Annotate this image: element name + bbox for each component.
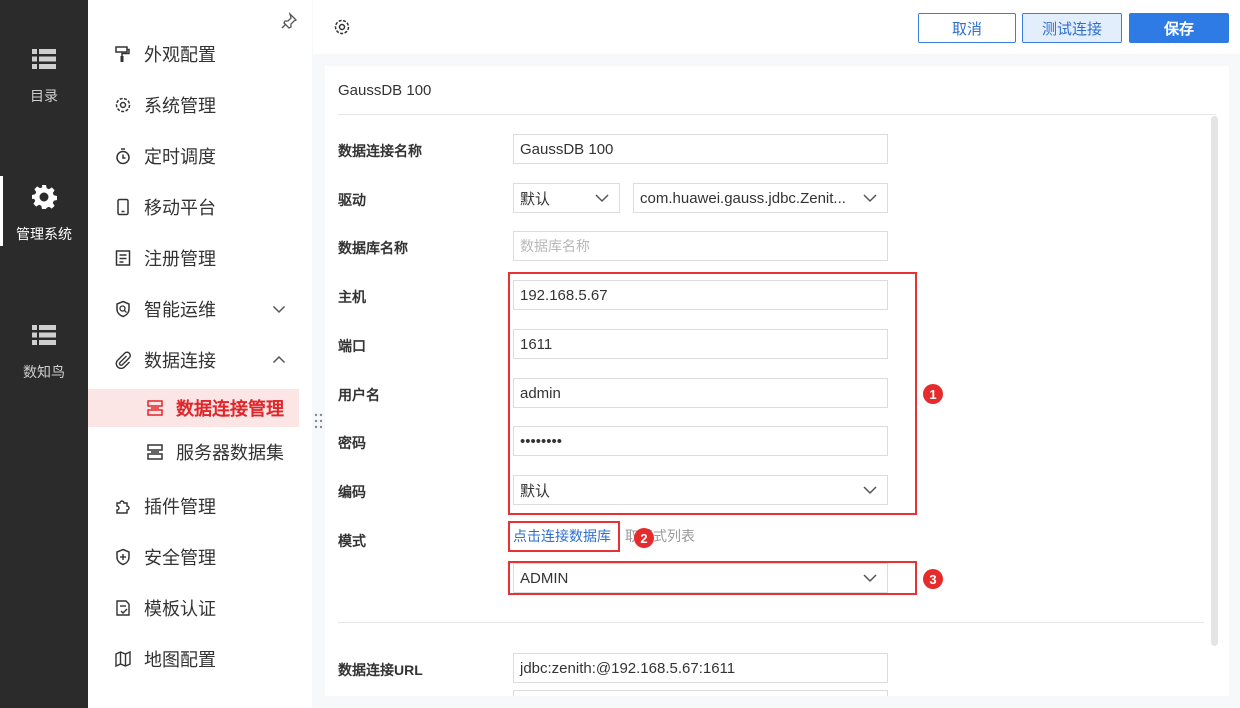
menu-item-label: 数据连接管理: [176, 399, 284, 419]
admin-menu: 外观配置 系统管理 定时调度 移动平台 注册管理 智能运维 数据连接 数据连接管…: [88, 0, 312, 708]
menu-item-register[interactable]: 注册管理: [88, 238, 312, 278]
gear-icon: [32, 185, 57, 209]
rail-item-catalog[interactable]: 目录: [0, 46, 88, 106]
connection-url-label: 数据连接URL: [338, 662, 423, 678]
menu-item-ops[interactable]: 智能运维: [88, 289, 312, 329]
menu-item-label: 服务器数据集: [176, 443, 284, 463]
menu-item-label: 定时调度: [144, 147, 216, 167]
annotation-box-connection: [508, 272, 917, 515]
menu-item-schedule[interactable]: 定时调度: [88, 136, 312, 176]
menu-item-label: 数据连接: [144, 351, 216, 371]
menu-item-label: 地图配置: [144, 650, 216, 670]
rail-item-admin[interactable]: 管理系统: [0, 176, 88, 246]
pin-icon[interactable]: [280, 12, 298, 30]
driver-class-value: com.huawei.gauss.jdbc.Zenit...: [640, 189, 846, 207]
chevron-up-icon: [272, 355, 286, 364]
password-label: 密码: [338, 435, 366, 451]
gear-icon: [115, 97, 131, 113]
menu-item-appearance[interactable]: 外观配置: [88, 34, 312, 74]
menu-item-mobile[interactable]: 移动平台: [88, 187, 312, 227]
chevron-down-icon: [272, 305, 286, 314]
menu-item-plugins[interactable]: 插件管理: [88, 486, 312, 526]
server-dataset-icon: [147, 444, 163, 460]
connection-name-input[interactable]: GaussDB 100: [513, 134, 888, 164]
gear-icon[interactable]: [333, 18, 351, 36]
driver-label: 驱动: [338, 192, 366, 208]
list-icon: [32, 49, 56, 69]
rail-item-shuzhiniao[interactable]: 数知鸟: [0, 322, 88, 382]
chevron-down-icon: [863, 194, 877, 203]
menu-item-data-connection-manage[interactable]: 数据连接管理: [88, 389, 299, 427]
encoding-label: 编码: [338, 484, 366, 500]
connection-url-input[interactable]: jdbc:zenith:@192.168.5.67:1611: [513, 653, 888, 683]
map-icon: [115, 650, 131, 668]
paint-roller-icon: [115, 46, 130, 62]
menu-item-label: 外观配置: [144, 45, 216, 65]
username-label: 用户名: [338, 387, 380, 403]
annotation-box-schema: [508, 561, 917, 595]
menu-item-security[interactable]: 安全管理: [88, 537, 312, 577]
menu-item-label: 注册管理: [144, 249, 216, 269]
menu-item-label: 移动平台: [144, 198, 216, 218]
next-input-partial: [513, 690, 888, 696]
paperclip-icon: [115, 351, 131, 369]
menu-item-system[interactable]: 系统管理: [88, 85, 312, 125]
port-label: 端口: [338, 338, 366, 354]
stopwatch-icon: [116, 148, 130, 165]
menu-item-template-cert[interactable]: 模板认证: [88, 588, 312, 628]
document-certify-icon: [116, 600, 130, 616]
annotation-box-connect-link: [508, 521, 620, 552]
test-connection-button[interactable]: 测试连接: [1022, 13, 1122, 43]
list-icon: [32, 325, 56, 345]
database-name-input[interactable]: 数据库名称: [513, 231, 888, 261]
save-button[interactable]: 保存: [1129, 13, 1229, 43]
menu-item-map[interactable]: 地图配置: [88, 639, 312, 679]
scrollbar[interactable]: [1211, 116, 1218, 646]
chevron-down-icon: [595, 194, 609, 203]
menu-item-label: 插件管理: [144, 497, 216, 517]
menu-item-server-dataset[interactable]: 服务器数据集: [88, 432, 312, 472]
annotation-badge-2: 2: [634, 528, 654, 548]
driver-mode-value: 默认: [520, 190, 551, 208]
annotation-badge-1: 1: [923, 384, 943, 404]
divider: [338, 114, 1216, 115]
resize-handle-icon[interactable]: [313, 412, 325, 430]
annotation-badge-3: 3: [923, 569, 943, 589]
menu-item-label: 安全管理: [144, 548, 216, 568]
database-name-label: 数据库名称: [338, 240, 408, 256]
cancel-button[interactable]: 取消: [918, 13, 1016, 43]
divider: [338, 622, 1204, 623]
database-icon: [147, 400, 163, 416]
shield-plus-icon: [116, 548, 130, 566]
schema-label: 模式: [338, 533, 366, 549]
puzzle-icon: [116, 500, 130, 514]
panel-title: GaussDB 100: [338, 82, 432, 99]
menu-item-label: 系统管理: [144, 96, 216, 116]
rail-item-label: 目录: [30, 88, 58, 104]
rail-item-label: 数知鸟: [23, 364, 65, 380]
rail-item-label: 管理系统: [16, 226, 72, 242]
driver-class-select[interactable]: com.huawei.gauss.jdbc.Zenit...: [633, 183, 888, 213]
menu-item-label: 模板认证: [144, 599, 216, 619]
app-rail: 目录 管理系统 数知鸟: [0, 0, 88, 708]
mobile-icon: [117, 198, 129, 216]
connection-name-label: 数据连接名称: [338, 143, 422, 159]
register-icon: [115, 250, 131, 266]
host-label: 主机: [338, 289, 366, 305]
driver-mode-select[interactable]: 默认: [513, 183, 620, 213]
shield-search-icon: [116, 300, 130, 318]
toolbar: 取消 测试连接 保存: [313, 0, 1240, 54]
connection-form-panel: GaussDB 100 数据连接名称 GaussDB 100 驱动 默认 com…: [325, 66, 1229, 696]
menu-item-data-connection[interactable]: 数据连接: [88, 340, 312, 380]
menu-item-label: 智能运维: [144, 300, 216, 320]
